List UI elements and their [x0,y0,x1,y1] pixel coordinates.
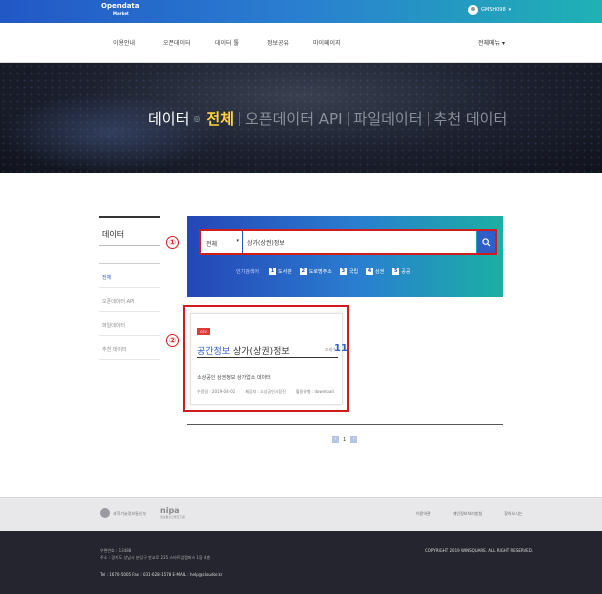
sidebar-item-all[interactable]: 전체 [99,264,160,288]
result-card-highlight: csv 공간정보 상가(상권)정보 조회수 11 소상공인 상권정보 상가업소 … [183,305,349,412]
nipa-logo-text: nipa [160,506,180,515]
nav-item-mypage[interactable]: 마이페이지 [313,38,341,47]
nav-item-datatool[interactable]: 데이터 툴 [215,38,239,47]
result-meta: 수정일 : 2019-04-02 제공처 : 소상공인시장진 활용유형 : do… [197,389,334,395]
keyword-text: 상권 [375,269,385,275]
tab-open-api[interactable]: 오픈데이터 API [245,108,343,129]
keyword-item[interactable]: 5 공공 [392,268,410,275]
all-menu-button[interactable]: 전체메뉴 ▾ [478,38,505,47]
sidebar-item-file-data[interactable]: 파일데이터 [99,312,160,336]
main-nav: 이용안내 오픈데이터 데이터 툴 정보공유 마이페이지 전체메뉴 ▾ [0,23,602,63]
top-bar: Opendata Market GMSH098 ▾ [0,0,602,23]
sidebar-title: 데이터 [99,216,160,246]
annotation-marker-1: ① [166,236,179,249]
nipa-logo-sub: 정보통신산업진흥원 [160,515,185,519]
keyword-text: 도서관 [278,269,292,275]
site-logo[interactable]: Opendata Market [101,3,140,16]
tab-recommended[interactable]: 추천 데이터 [434,108,508,129]
prev-page-button[interactable]: ‹ [332,436,339,443]
result-category: 공간정보 [197,347,231,357]
footer-link-location[interactable]: 찾아오시는 [504,511,522,517]
chevron-down-icon: ▾ [508,7,512,13]
chevron-down-icon: ▾ [236,238,239,244]
logo-line1: Opendata [101,2,140,10]
search-input[interactable] [243,231,476,253]
search-icon [481,237,491,247]
street-address: 주소 : 경기도 성남시 분당구 판교로 235 스타트업캠퍼스 1동 4층 [100,555,211,560]
footer-address: 우편번호 : 13488 주소 : 경기도 성남시 분당구 판교로 235 스타… [100,547,210,561]
format-badge: csv [197,328,210,335]
keyword-item[interactable]: 1 도서관 [269,268,292,275]
category-tabs: 데이터 ◎ 전체 오픈데이터 API 파일데이터 추천 데이터 [148,108,507,129]
tab-divider [427,111,429,126]
footer-copyright: COPYRIGHT 2019 WINSQUARE. ALL RIGHT RESE… [425,548,534,553]
search-bar-highlight: 전체 ▾ [199,229,497,255]
logo-line2: Market [113,11,129,16]
keyword-rank: 1 [269,268,277,275]
select-value: 전체 [206,241,218,248]
keyword-rank: 4 [366,268,374,275]
user-menu[interactable]: GMSH098 ▾ [468,5,511,15]
tab-divider [347,111,349,126]
target-circle-icon: ◎ [193,114,201,123]
keyword-item[interactable]: 4 상권 [366,268,384,275]
footer-link-terms[interactable]: 이용약관 [416,511,431,517]
pagination: ‹ 1 › [332,436,358,443]
keyword-rank: 5 [392,268,400,275]
popular-label: 인기검색어 [236,269,260,275]
nav-item-guide[interactable]: 이용안내 [113,38,135,47]
username: GMSH098 [481,7,506,13]
footer-links: 이용약관 개인정보처리방침 찾아오시는 [416,511,523,517]
keyword-rank: 3 [339,268,347,275]
popular-keywords: 인기검색어 1 도서관 2 도로명주소 3 국립 4 상권 5 공공 [236,268,410,275]
result-card[interactable]: csv 공간정보 상가(상권)정보 조회수 11 소상공인 상권정보 상가업소 … [190,313,348,405]
page-number[interactable]: 1 [343,437,346,443]
nipa-logo: nipa 정보통신산업진흥원 [160,507,185,519]
footer-bottom [0,531,602,594]
footer-link-privacy[interactable]: 개인정보처리방침 [453,511,482,517]
tab-all[interactable]: 전체 [206,108,234,129]
keyword-text: 국립 [348,269,359,275]
gov-seal-icon [100,508,110,518]
keyword-item[interactable]: 3 국립 [339,268,359,275]
search-category-select[interactable]: 전체 ▾ [201,231,243,253]
usage-format: 활용유형 : download [295,389,334,394]
result-description: 소상공인 상권정보 상가업소 데이터 [197,375,271,381]
postal-code: 우편번호 : 13488 [100,548,132,553]
result-title[interactable]: 상가(상권)정보 [233,344,290,357]
provider: 제공처 : 소상공인시장진 [245,389,286,394]
sidebar-item-recommended[interactable]: 추천 데이터 [99,336,160,360]
nav-item-opendata[interactable]: 오픈데이터 [163,38,191,47]
annotation-marker-2: ② [166,334,179,347]
hero-glow [0,93,220,173]
hero-banner: 데이터 ◎ 전체 오픈데이터 API 파일데이터 추천 데이터 [0,63,602,173]
tab-file-data[interactable]: 파일데이터 [354,108,423,129]
crumb-root: 데이터 [148,110,190,128]
results-divider [187,424,503,425]
card-divider [197,357,338,358]
user-avatar-icon [468,5,478,15]
keyword-text: 도로명주소 [308,269,332,275]
keyword-item[interactable]: 2 도로명주소 [299,268,332,275]
tab-divider [239,111,240,126]
search-button[interactable] [477,231,495,253]
nav-item-share[interactable]: 정보공유 [267,38,289,47]
sidebar-menu: 전체 오픈데이터 API 파일데이터 추천 데이터 [99,263,160,360]
modified-date: 수정일 : 2019-04-02 [197,389,236,394]
next-page-button[interactable]: › [350,436,358,443]
keyword-rank: 2 [299,268,307,275]
footer-org: 과학기술정보통신부 [113,511,147,516]
sidebar-item-open-api[interactable]: 오픈데이터 API [99,288,160,312]
views-count: 11 [334,343,348,354]
keyword-text: 공공 [401,269,411,275]
footer-contact: Tel : 1670-5005 Fax : 031-628-1578 E-MAI… [100,572,223,577]
